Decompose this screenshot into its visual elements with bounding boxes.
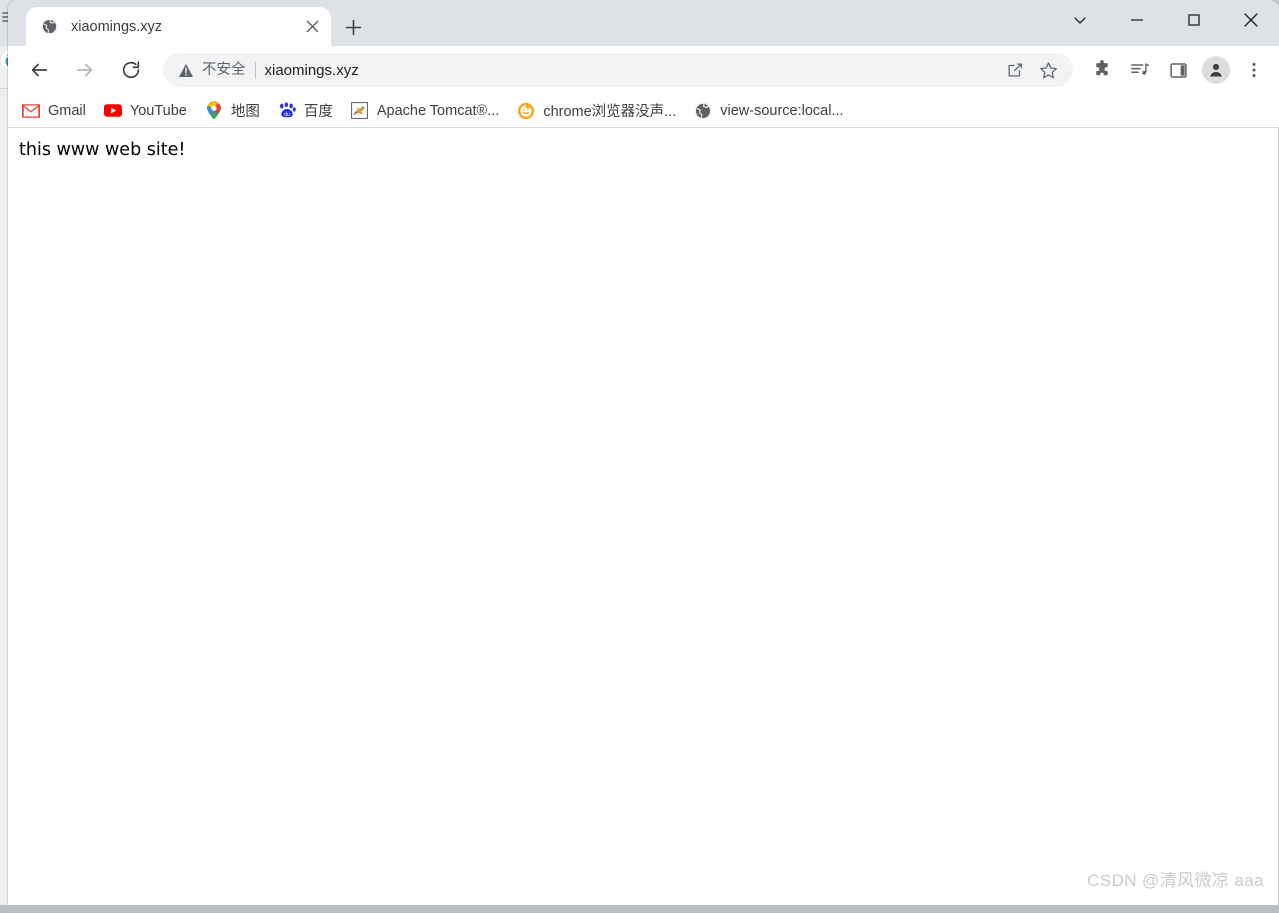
close-button[interactable] [1222, 0, 1279, 40]
globe-icon [41, 18, 58, 35]
profile-button[interactable] [1199, 53, 1233, 87]
page-body-text: this www web site! [19, 140, 186, 160]
playlist-music-icon [1131, 63, 1150, 75]
back-button[interactable] [21, 52, 57, 88]
side-panel-button[interactable] [1161, 53, 1195, 87]
tomcat-icon [351, 102, 369, 120]
bookmark-label: chrome浏览器没声... [543, 104, 677, 120]
page-viewport: this www web site! CSDN @清风微凉 aaa [8, 128, 1279, 905]
bookmark-label: 百度 [303, 104, 333, 120]
bookmark-apache-tomcat[interactable]: Apache Tomcat®... [351, 98, 507, 124]
globe-icon [694, 102, 712, 120]
omnibox[interactable]: 不安全 xiaomings.xyz [163, 53, 1073, 87]
desktop-background-strip [0, 905, 1279, 913]
youtube-icon [103, 102, 122, 120]
maximize-icon [1187, 14, 1200, 26]
arrow-left-icon [31, 63, 48, 77]
omnibox-actions [997, 55, 1063, 85]
browser-toolbar: 不安全 xiaomings.xyz [8, 46, 1279, 94]
puzzle-icon [1096, 60, 1108, 76]
reload-button[interactable] [113, 52, 149, 88]
window-controls [1051, 0, 1279, 46]
side-panel-icon [1169, 62, 1187, 78]
minimize-button[interactable] [1108, 0, 1165, 40]
orange-circle-icon [517, 102, 535, 120]
maximize-button[interactable] [1165, 0, 1222, 40]
browser-window: xiaomings.xyz 不安全 xiaomings.xyz Gmail Yo… [8, 0, 1279, 905]
close-icon[interactable] [299, 14, 325, 40]
security-status-label: 不安全 [202, 61, 256, 79]
google-maps-icon [205, 101, 223, 120]
bookmarks-bar: Gmail YouTube 地图 du 百度 Apache Tomcat®...… [8, 94, 1279, 128]
bookmark-youtube[interactable]: YouTube [103, 98, 195, 124]
bookmark-label: Gmail [48, 102, 86, 119]
share-icon[interactable] [1000, 55, 1030, 85]
plus-icon [345, 19, 361, 35]
browser-tab-active[interactable]: xiaomings.xyz [26, 7, 331, 46]
forward-button[interactable] [67, 52, 103, 88]
tab-strip: xiaomings.xyz [8, 0, 1279, 46]
bookmark-label: YouTube [129, 102, 187, 119]
bookmark-chrome-no-sound[interactable]: chrome浏览器没声... [517, 98, 684, 124]
new-tab-button[interactable] [338, 12, 368, 42]
arrow-right-icon [76, 63, 93, 77]
bookmark-view-source[interactable]: view-source:local... [694, 98, 851, 124]
extensions-button[interactable] [1085, 53, 1119, 87]
avatar [1202, 56, 1230, 84]
baidu-icon: du [278, 101, 296, 120]
close-icon [1243, 13, 1258, 27]
gmail-icon [22, 102, 40, 120]
tab-search-button[interactable] [1051, 0, 1108, 40]
svg-text:du: du [284, 111, 290, 117]
three-dots-icon [1252, 62, 1256, 78]
bookmark-gmail[interactable]: Gmail [22, 98, 94, 124]
warning-triangle-icon[interactable] [177, 61, 195, 79]
tab-title: xiaomings.xyz [71, 18, 163, 35]
url-text: xiaomings.xyz [264, 61, 359, 79]
bookmark-label: Apache Tomcat®... [376, 102, 500, 119]
csdn-watermark: CSDN @清风微凉 aaa [1087, 871, 1264, 890]
bookmark-label: view-source:local... [720, 102, 844, 119]
media-control-button[interactable] [1123, 53, 1157, 87]
reload-icon [122, 61, 140, 79]
bookmark-maps[interactable]: 地图 [205, 98, 268, 124]
star-icon[interactable] [1033, 55, 1063, 85]
bookmark-label: 地图 [230, 104, 260, 120]
bookmark-baidu[interactable]: du 百度 [278, 98, 341, 124]
minimize-icon [1130, 19, 1143, 21]
chrome-menu-button[interactable] [1237, 53, 1271, 87]
person-icon [1210, 63, 1222, 77]
screen-root: xiaomings.xyz 不安全 xiaomings.xyz Gmail Yo… [0, 0, 1279, 913]
chevron-down-icon [1073, 17, 1086, 24]
